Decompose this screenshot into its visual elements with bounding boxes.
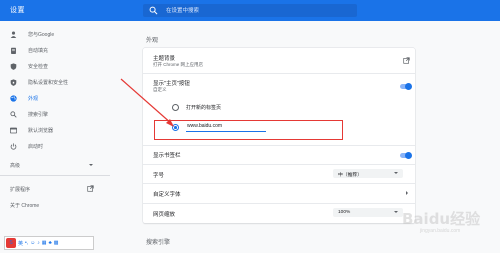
sidebar-item-label: 您与Google	[28, 31, 55, 38]
home-button-row[interactable]: 显示"主页"按钮 自定义	[143, 74, 415, 96]
sidebar-item-you-and-google[interactable]: 您与Google	[0, 27, 120, 41]
search-icon	[149, 6, 158, 15]
bookmarks-bar-row[interactable]: 显示书签栏	[143, 146, 415, 163]
section-title-appearance: 外观	[146, 38, 159, 44]
radio-new-tab-row[interactable]: 打开新的标签页	[168, 102, 318, 112]
watermark-logo: Baidu经验	[402, 210, 481, 228]
bookmarks-bar-toggle[interactable]	[400, 151, 412, 159]
ime-grid-icon[interactable]: ▩	[54, 240, 59, 246]
top-bar: 设置 在设置中搜索	[0, 0, 500, 21]
page-zoom-row: 网页缩放 100%	[143, 204, 415, 222]
sidebar-item-about-chrome[interactable]: 关于 Chrome	[0, 199, 100, 211]
sidebar-item-privacy[interactable]: 隐私设置和安全性	[0, 75, 120, 89]
page-title: 设置	[10, 7, 25, 14]
ime-smile-icon[interactable]: ☺	[30, 240, 35, 246]
ime-mic-icon[interactable]: ♪	[37, 240, 40, 246]
sidebar-item-label: 搜索引擎	[28, 111, 49, 118]
external-link-icon	[87, 185, 94, 192]
power-icon	[10, 142, 17, 150]
ime-punctuation-icon[interactable]: •,	[25, 240, 28, 246]
about-label: 关于 Chrome	[10, 203, 40, 209]
radio-new-tab[interactable]	[172, 104, 179, 111]
search-icon	[10, 110, 17, 118]
sidebar: 您与Google 自动填充 安全检查 隐私设置和安全性 外观 搜索引擎 默认浏览…	[0, 21, 120, 253]
font-size-row: 字号 中（推荐）	[143, 165, 415, 183]
chevron-down-icon	[394, 172, 398, 174]
sidebar-item-label: 外观	[28, 95, 39, 102]
browser-icon	[10, 127, 17, 133]
sidebar-item-autofill[interactable]: 自动填充	[0, 43, 120, 57]
custom-fonts-row[interactable]: 自定义字体	[143, 184, 415, 202]
sidebar-item-label: 默认浏览器	[28, 127, 54, 134]
chevron-down-icon	[89, 164, 93, 166]
page-zoom-value: 100%	[338, 210, 351, 215]
shield-icon	[10, 62, 17, 70]
sidebar-divider	[0, 175, 110, 176]
extensions-label: 扩展程序	[10, 187, 31, 193]
sogou-logo-icon[interactable]: S	[6, 238, 16, 248]
search-box[interactable]: 在设置中搜索	[143, 4, 357, 17]
section-title-search-engine: 搜索引擎	[146, 240, 171, 246]
ime-toolbar[interactable]: S 英 •, ☺ ♪ ▦ ♣ ▩	[4, 236, 94, 250]
theme-row[interactable]: 主题背景 打开 Chrome 网上应用店	[143, 48, 415, 73]
font-size-value: 中（推荐）	[338, 173, 362, 178]
chevron-right-icon	[406, 191, 408, 195]
page-zoom-title: 网页缩放	[153, 212, 176, 218]
ime-keyboard-icon[interactable]: ▦	[42, 240, 47, 246]
sidebar-item-on-startup[interactable]: 启动时	[0, 139, 120, 153]
home-button-title: 显示"主页"按钮	[153, 81, 190, 87]
advanced-label: 高级	[10, 163, 21, 169]
sidebar-item-search-engine[interactable]: 搜索引擎	[0, 107, 120, 121]
ime-shirt-icon[interactable]: ♣	[49, 240, 52, 246]
watermark-url: jingyan.baidu.com	[420, 228, 461, 234]
sidebar-item-label: 启动时	[28, 143, 44, 150]
sidebar-item-appearance[interactable]: 外观	[0, 91, 120, 105]
ime-language-toggle[interactable]: 英	[18, 240, 23, 247]
external-link-icon[interactable]	[403, 57, 410, 64]
theme-title: 主题背景	[153, 56, 176, 62]
home-button-toggle[interactable]	[400, 82, 412, 90]
theme-subtitle: 打开 Chrome 网上应用店	[153, 62, 204, 67]
sidebar-item-label: 安全检查	[28, 63, 49, 70]
clipboard-icon	[11, 47, 16, 54]
page-zoom-select[interactable]: 100%	[333, 208, 403, 217]
sidebar-item-label: 隐私设置和安全性	[28, 79, 69, 86]
font-size-title: 字号	[153, 173, 165, 179]
person-icon	[10, 31, 17, 38]
palette-icon	[10, 94, 17, 102]
search-input[interactable]: 在设置中搜索	[166, 6, 199, 14]
custom-fonts-title: 自定义字体	[153, 192, 181, 198]
radio-new-tab-label: 打开新的标签页	[186, 105, 222, 111]
chevron-down-icon	[394, 211, 398, 213]
sidebar-advanced[interactable]: 高级	[0, 159, 100, 171]
sidebar-item-label: 自动填充	[28, 47, 49, 54]
sidebar-item-default-browser[interactable]: 默认浏览器	[0, 123, 120, 137]
home-button-subtitle: 自定义	[153, 87, 167, 92]
sidebar-item-extensions[interactable]: 扩展程序	[0, 183, 100, 195]
shield-lock-icon	[10, 78, 17, 86]
bookmarks-bar-title: 显示书签栏	[153, 153, 181, 159]
annotation-highlight-box	[154, 120, 343, 140]
sidebar-item-safety-check[interactable]: 安全检查	[0, 59, 120, 73]
font-size-select[interactable]: 中（推荐）	[333, 169, 403, 178]
